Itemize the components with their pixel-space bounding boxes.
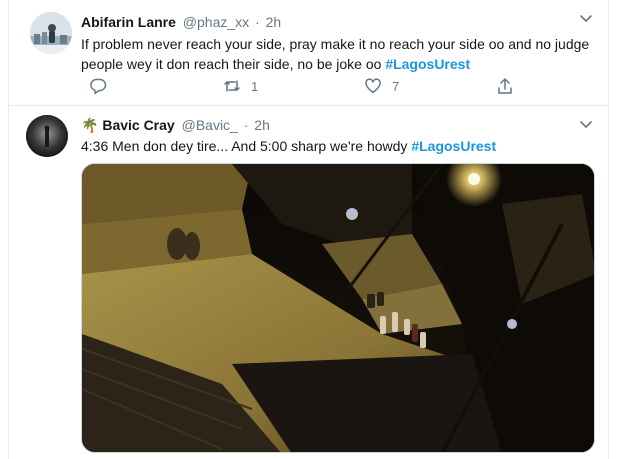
hashtag-link[interactable]: #LagosUrest xyxy=(385,56,470,72)
heart-icon xyxy=(365,78,381,94)
tweet-body: If problem never reach your side, pray m… xyxy=(81,36,590,72)
chevron-down-icon[interactable] xyxy=(578,116,594,132)
like-button[interactable]: 7 xyxy=(364,77,399,95)
night-street-photo xyxy=(82,164,594,452)
separator-dot: · xyxy=(243,117,249,133)
tweet-header: Abifarin Lanre @phaz_xx · 2h xyxy=(81,14,281,30)
palm-tree-emoji: 🌴 xyxy=(81,117,99,133)
tweet-body: 4:36 Men don dey tire... And 5:00 sharp … xyxy=(81,138,408,154)
retweet-button[interactable]: 1 xyxy=(223,77,258,95)
avatar[interactable] xyxy=(26,115,68,157)
tweet[interactable]: 🌴 Bavic Cray @Bavic_ · 2h 4:36 Men don d… xyxy=(9,106,608,459)
share-icon xyxy=(498,78,512,94)
separator-dot: · xyxy=(255,14,260,30)
tweet-actions: 1 7 xyxy=(81,77,521,97)
avatar-photo-icon xyxy=(26,115,68,157)
like-count: 7 xyxy=(392,78,400,94)
user-handle[interactable]: @Bavic_ xyxy=(182,117,238,133)
timestamp[interactable]: 2h xyxy=(254,117,270,133)
chevron-down-icon[interactable] xyxy=(578,10,594,26)
share-button[interactable] xyxy=(496,77,514,95)
reply-icon xyxy=(90,78,107,95)
display-name[interactable]: Bavic Cray xyxy=(102,117,174,133)
retweet-count: 1 xyxy=(251,78,259,94)
user-handle[interactable]: @phaz_xx xyxy=(183,14,249,30)
reply-button[interactable] xyxy=(89,77,107,95)
tweet[interactable]: Abifarin Lanre @phaz_xx · 2h If problem … xyxy=(9,0,608,106)
tweet-text: If problem never reach your side, pray m… xyxy=(81,34,590,74)
avatar[interactable] xyxy=(30,12,72,54)
timestamp[interactable]: 2h xyxy=(266,14,282,30)
hashtag-link[interactable]: #LagosUrest xyxy=(411,138,496,154)
display-name[interactable]: Abifarin Lanre xyxy=(81,14,176,30)
avatar-photo-icon xyxy=(30,12,72,54)
tweet-header: 🌴 Bavic Cray @Bavic_ · 2h xyxy=(81,117,270,134)
tweet-text: 4:36 Men don dey tire... And 5:00 sharp … xyxy=(81,136,590,156)
tweet-feed: Abifarin Lanre @phaz_xx · 2h If problem … xyxy=(8,0,609,459)
retweet-icon xyxy=(224,80,240,92)
tweet-media[interactable] xyxy=(81,163,595,453)
